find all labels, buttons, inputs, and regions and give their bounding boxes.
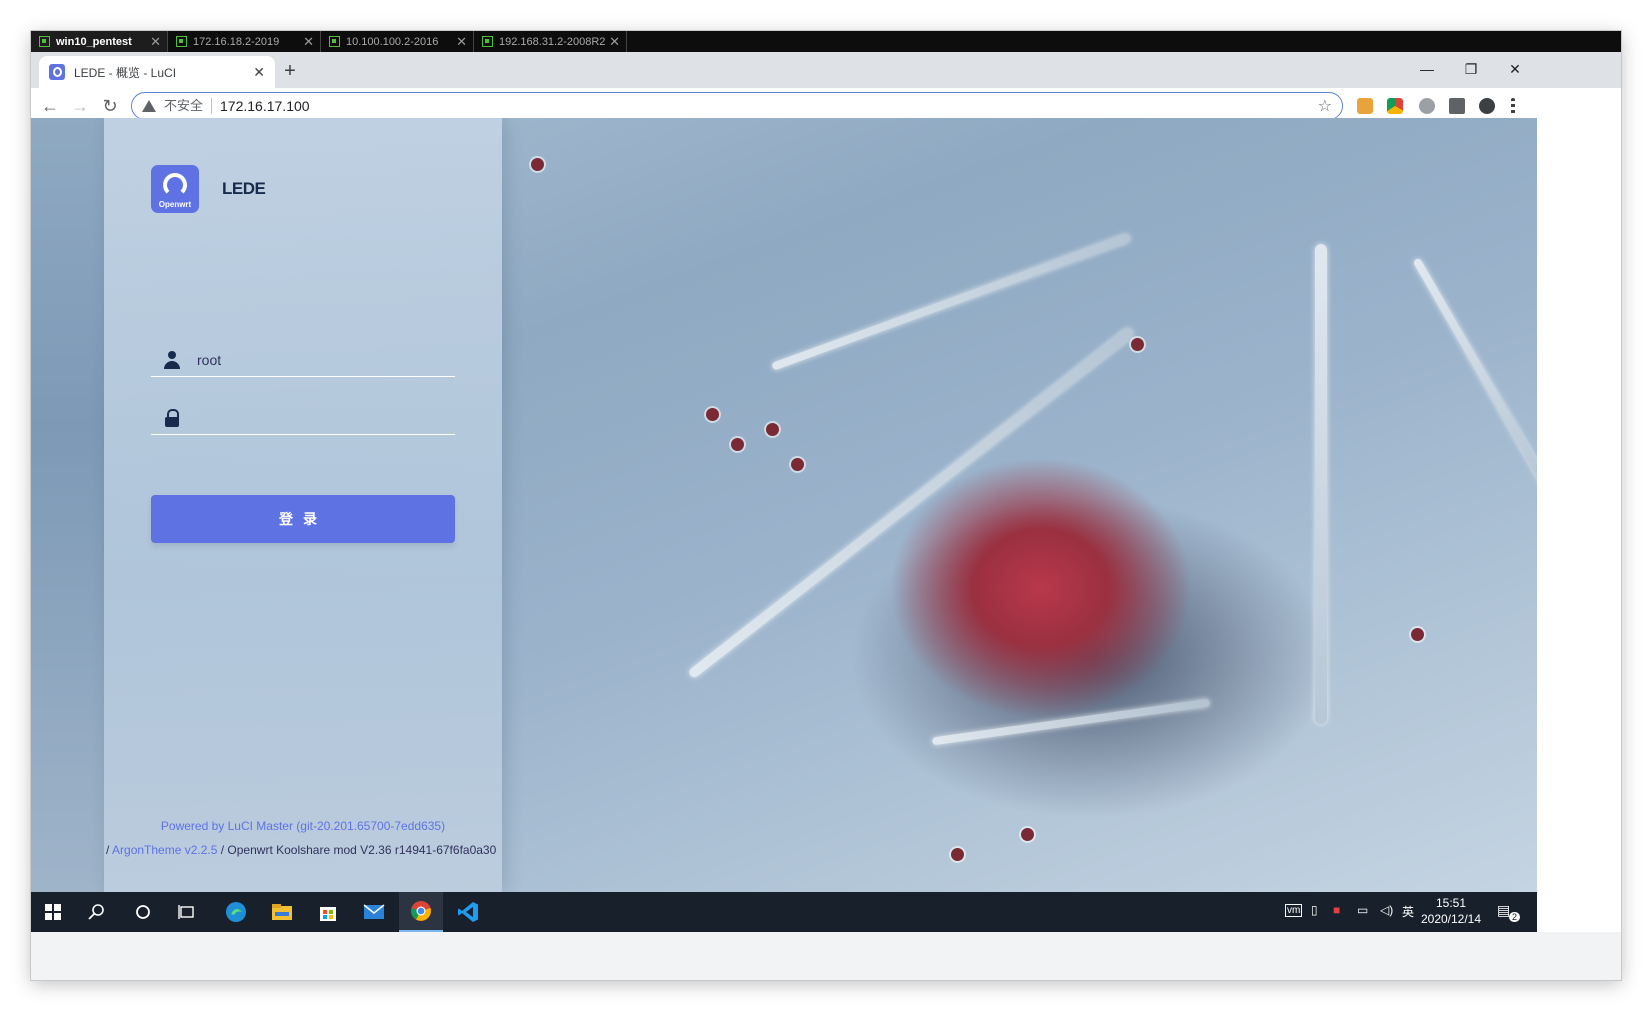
remote-desktop-icon bbox=[329, 36, 340, 47]
login-button[interactable]: 登录 bbox=[151, 495, 455, 543]
browser-tab-title: LEDE - 概览 - LuCI bbox=[74, 65, 177, 80]
browser-window: win10_pentest ✕ 172.16.18.2-2019 ✕ 10.10… bbox=[31, 31, 1621, 980]
browser-tab[interactable]: LEDE - 概览 - LuCI ✕ bbox=[39, 56, 275, 88]
berry bbox=[1131, 338, 1144, 351]
frosted-branch bbox=[931, 698, 1211, 746]
berry bbox=[731, 438, 744, 451]
vscode-icon[interactable] bbox=[446, 892, 490, 932]
page-viewport: Openwrt LEDE 登录 Powered by LuCI Master (… bbox=[31, 118, 1537, 892]
system-clock[interactable]: 15:51 2020/12/14 bbox=[1415, 895, 1487, 927]
berry bbox=[531, 158, 544, 171]
shield-icon[interactable]: ■ bbox=[1333, 903, 1340, 917]
close-window-button[interactable]: ✕ bbox=[1493, 58, 1537, 80]
frosted-branch bbox=[1315, 244, 1327, 724]
extension-google-icon[interactable] bbox=[1387, 98, 1403, 114]
reload-button[interactable]: ↻ bbox=[97, 93, 123, 119]
login-panel: Openwrt LEDE 登录 Powered by LuCI Master (… bbox=[104, 118, 502, 892]
password-input[interactable] bbox=[197, 409, 437, 426]
rdp-tab-win10-pentest[interactable]: win10_pentest ✕ bbox=[31, 31, 168, 52]
minimize-button[interactable]: — bbox=[1405, 58, 1449, 80]
remote-desktop-icon bbox=[176, 36, 187, 47]
berry bbox=[791, 458, 804, 471]
star-icon[interactable]: ☆ bbox=[1318, 96, 1332, 116]
edge-icon[interactable] bbox=[214, 892, 258, 932]
luci-link[interactable]: Powered by LuCI Master (git-20.201.65700… bbox=[161, 819, 445, 833]
new-tab-button[interactable]: + bbox=[278, 60, 302, 82]
back-button[interactable]: ← bbox=[37, 93, 63, 119]
vmware-tray-icon[interactable]: vm bbox=[1285, 904, 1303, 917]
openwrt-logo-icon: Openwrt bbox=[151, 165, 199, 213]
logo-ring bbox=[163, 173, 187, 197]
rdp-tab-label: 192.168.31.2-2008R2 bbox=[499, 35, 606, 48]
browser-tab-strip: LEDE - 概览 - LuCI ✕ + — ❐ ✕ bbox=[31, 52, 1621, 88]
rdp-tab-label: 10.100.100.2-2016 bbox=[346, 35, 439, 48]
profile-avatar-icon[interactable] bbox=[1479, 98, 1495, 114]
url-text[interactable]: 172.16.17.100 bbox=[220, 98, 1318, 114]
warning-icon[interactable] bbox=[142, 100, 156, 112]
footer-powered-by[interactable]: Powered by LuCI Master (git-20.201.65700… bbox=[104, 819, 502, 833]
berry bbox=[766, 423, 779, 436]
brand-title: LEDE bbox=[222, 179, 266, 198]
username-field[interactable] bbox=[151, 343, 455, 377]
restore-button[interactable]: ❐ bbox=[1449, 58, 1493, 80]
window-edge bbox=[1537, 118, 1621, 932]
close-icon[interactable]: ✕ bbox=[609, 34, 620, 50]
clock-time: 15:51 bbox=[1435, 896, 1467, 910]
user-icon bbox=[163, 350, 181, 369]
logo-caption: Openwrt bbox=[158, 200, 192, 209]
remote-desktop-icon bbox=[39, 36, 50, 47]
rdp-tab-10-100-100-2[interactable]: 10.100.100.2-2016 ✕ bbox=[321, 31, 474, 52]
rdp-tab-192-168-31-2[interactable]: 192.168.31.2-2008R2 ✕ bbox=[474, 31, 627, 52]
volume-tray-icon[interactable]: ◁) bbox=[1380, 903, 1393, 917]
usb-tray-icon[interactable]: ▯ bbox=[1311, 903, 1318, 917]
task-view-icon[interactable] bbox=[165, 892, 209, 932]
frosted-branch bbox=[687, 326, 1135, 680]
frosted-branch bbox=[771, 233, 1131, 371]
lock-icon bbox=[163, 408, 181, 427]
insecure-label[interactable]: 不安全 bbox=[164, 98, 213, 114]
cortana-icon[interactable] bbox=[121, 892, 165, 932]
rdp-tab-label: 172.16.18.2-2019 bbox=[193, 35, 280, 48]
berry bbox=[706, 408, 719, 421]
chrome-icon[interactable] bbox=[399, 892, 443, 932]
extension-paragraph-icon[interactable] bbox=[1357, 98, 1373, 114]
berry bbox=[1411, 628, 1424, 641]
extensions-puzzle-icon[interactable] bbox=[1449, 98, 1465, 114]
file-explorer-icon[interactable] bbox=[260, 892, 304, 932]
forward-button[interactable]: → bbox=[67, 93, 93, 119]
close-icon[interactable]: ✕ bbox=[303, 34, 314, 50]
close-icon[interactable]: ✕ bbox=[253, 64, 265, 81]
close-icon[interactable]: ✕ bbox=[150, 34, 161, 50]
windows-start-icon[interactable] bbox=[31, 892, 75, 932]
rdp-tab-172-16-18-2[interactable]: 172.16.18.2-2019 ✕ bbox=[168, 31, 321, 52]
mail-icon[interactable] bbox=[352, 892, 396, 932]
network-tray-icon[interactable]: ▭ bbox=[1357, 903, 1368, 917]
berry bbox=[1021, 828, 1034, 841]
menu-kebab-icon[interactable] bbox=[1511, 98, 1515, 114]
berry bbox=[951, 848, 964, 861]
username-input[interactable] bbox=[197, 351, 437, 368]
address-bar[interactable]: 不安全 172.16.17.100 ☆ bbox=[131, 92, 1343, 120]
footer-versions: / ArgonTheme v2.2.5 / Openwrt Koolshare … bbox=[106, 843, 504, 857]
windows-taskbar: vm ▯ ■ ▭ ◁) 英 15:51 2020/12/14 ▤ 2 bbox=[31, 892, 1537, 932]
remote-desktop-icon bbox=[482, 36, 493, 47]
notification-count-badge: 2 bbox=[1509, 912, 1521, 922]
rdp-tab-label: win10_pentest bbox=[56, 35, 132, 48]
store-icon[interactable] bbox=[306, 892, 350, 932]
openwrt-favicon-icon bbox=[49, 64, 65, 80]
frosted-branch bbox=[1412, 257, 1537, 487]
ime-indicator[interactable]: 英 bbox=[1402, 903, 1414, 920]
password-field[interactable] bbox=[151, 401, 455, 435]
extension-badge-icon[interactable] bbox=[1419, 98, 1435, 114]
close-icon[interactable]: ✕ bbox=[456, 34, 467, 50]
rdp-session-bar: win10_pentest ✕ 172.16.18.2-2019 ✕ 10.10… bbox=[31, 31, 1621, 52]
background-left-strip bbox=[31, 118, 104, 892]
search-icon[interactable] bbox=[75, 892, 119, 932]
clock-date: 2020/12/14 bbox=[1420, 912, 1482, 926]
footer-firmware-version: / Openwrt Koolshare mod V2.36 r14941-67f… bbox=[217, 843, 497, 857]
argon-theme-link[interactable]: ArgonTheme v2.2.5 bbox=[112, 843, 217, 857]
